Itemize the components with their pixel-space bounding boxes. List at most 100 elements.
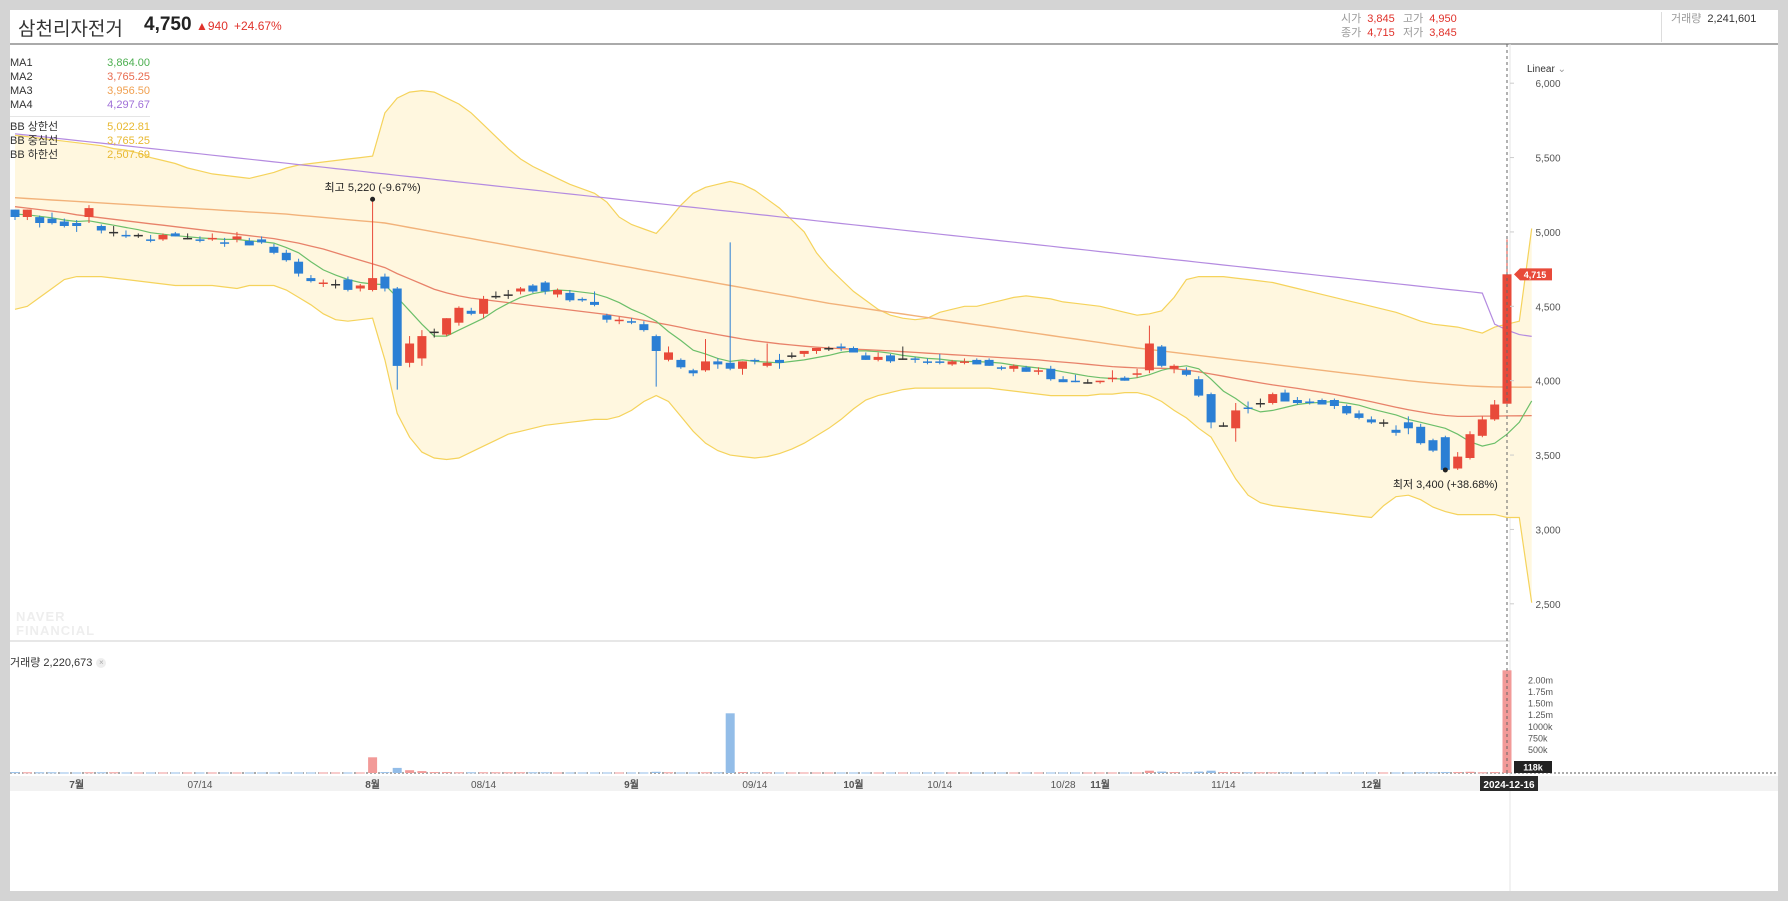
header: 삼천리자전거 4,750 ▲940 +24.67% 시가 3,845 종가 4,71… [10,10,1778,52]
volume-bar [725,713,735,773]
high-label: 고가 [1403,13,1424,25]
volume-tick-label: 500k [1528,745,1548,755]
candle-body [873,356,883,360]
candle-body [984,359,994,366]
x-tick-label: 10/14 [927,780,952,791]
low-marker [1442,467,1448,473]
volume-bar [849,772,858,774]
candle-body [1280,392,1290,402]
volume-bar [516,772,526,774]
candle-body [898,358,908,360]
volume-bar [170,772,180,774]
x-tick-label: 08/14 [471,780,496,791]
volume-bar [84,772,94,774]
volume-bar [627,772,636,774]
volume-bar [824,772,834,774]
candle-body [158,234,168,240]
candle-body [1403,422,1413,429]
volume-bar [602,772,612,774]
volume-bar [923,772,932,774]
volume-bar [1181,772,1191,774]
open-value: 3,845 [1367,13,1395,25]
legend-ma3: MA3 3,956.50 [10,85,150,97]
volume-bar [812,772,821,774]
candle-body [1157,346,1167,366]
candle-body [738,361,747,369]
candle-body [355,285,365,289]
candle-body [1243,407,1253,409]
volume-bar [59,772,69,774]
candle-body [824,348,834,350]
volume-bar [639,772,649,774]
volume-bar [528,772,538,774]
candle-body [220,242,230,244]
candle-body [1046,368,1056,380]
volume-bar [1329,772,1339,774]
volume-bar [355,772,365,774]
candle-body [577,298,587,301]
volume-bar [1169,772,1179,774]
candle-body [651,336,661,351]
candle-body [1033,370,1043,372]
candle-body [466,310,476,314]
legend-ma2: MA2 3,765.25 [10,71,150,83]
candle-body [10,209,20,217]
candle-body [109,231,119,234]
volume-bar [1107,772,1117,774]
volume-bar [910,772,920,774]
legend-ma1: MA1 3,864.00 [10,57,150,69]
candle-body [1132,373,1142,375]
volume-bar [281,772,291,774]
high-value: 4,950 [1429,13,1457,25]
candle-body [380,276,390,289]
candle-body [417,336,427,359]
candle-body [392,288,402,366]
price-tick-label: 4,000 [1535,377,1560,388]
candle-body [540,282,550,292]
scale-type-selector[interactable]: Linear ⌄ [1527,64,1566,75]
volume-bar [331,772,341,774]
volume-bar [392,767,402,773]
close-icon[interactable]: × [96,658,107,669]
volume-label: 거래량 [1671,13,1702,25]
volume-bar [207,772,217,774]
volume-bar [947,772,957,774]
volume-bar [713,772,723,774]
volume-bar [738,772,747,774]
legend-bb-middle: BB 중심선 3,765.25 [10,135,150,147]
x-tick-label: 11/14 [1211,780,1236,791]
candle-body [886,355,895,362]
candle-body [1354,413,1364,418]
candle-body [836,346,846,348]
volume-summary: 거래량 2,241,601 [1671,12,1756,26]
candle-body [257,239,267,243]
volume-bar [577,772,587,774]
volume-bar [1391,772,1401,774]
volume-bar [1428,772,1438,774]
legend-divider [10,116,150,117]
candle-body [491,295,501,298]
chart-svg[interactable]: 2,500 3,000 3,500 4,000 4,500 5,000 5,500 6,000… [10,10,1778,891]
candle-body [602,315,612,320]
volume-bar [417,771,427,773]
price-tick-label: 5,500 [1535,154,1560,165]
close-label: 종가 [1341,27,1362,39]
volume-bar [898,772,908,774]
volume-bar [343,772,353,774]
candle-body [1194,379,1204,396]
current-price-tag-label: 4,715 [1524,270,1547,280]
volume-bar [775,772,784,774]
volume-bar [701,772,710,774]
price-tick-label: 6,000 [1535,79,1560,90]
volume-bar [1095,772,1105,774]
candle-body [565,292,575,301]
candle-body [1231,410,1241,429]
volume-bar [787,772,797,774]
volume-tick-label: 1000k [1528,722,1553,732]
candle-body [183,237,193,240]
candle-body [232,236,242,240]
volume-tick-label: 750k [1528,733,1548,743]
candle-body [553,290,562,295]
volume-bar [553,772,562,774]
price-tick-label: 4,500 [1535,302,1560,313]
